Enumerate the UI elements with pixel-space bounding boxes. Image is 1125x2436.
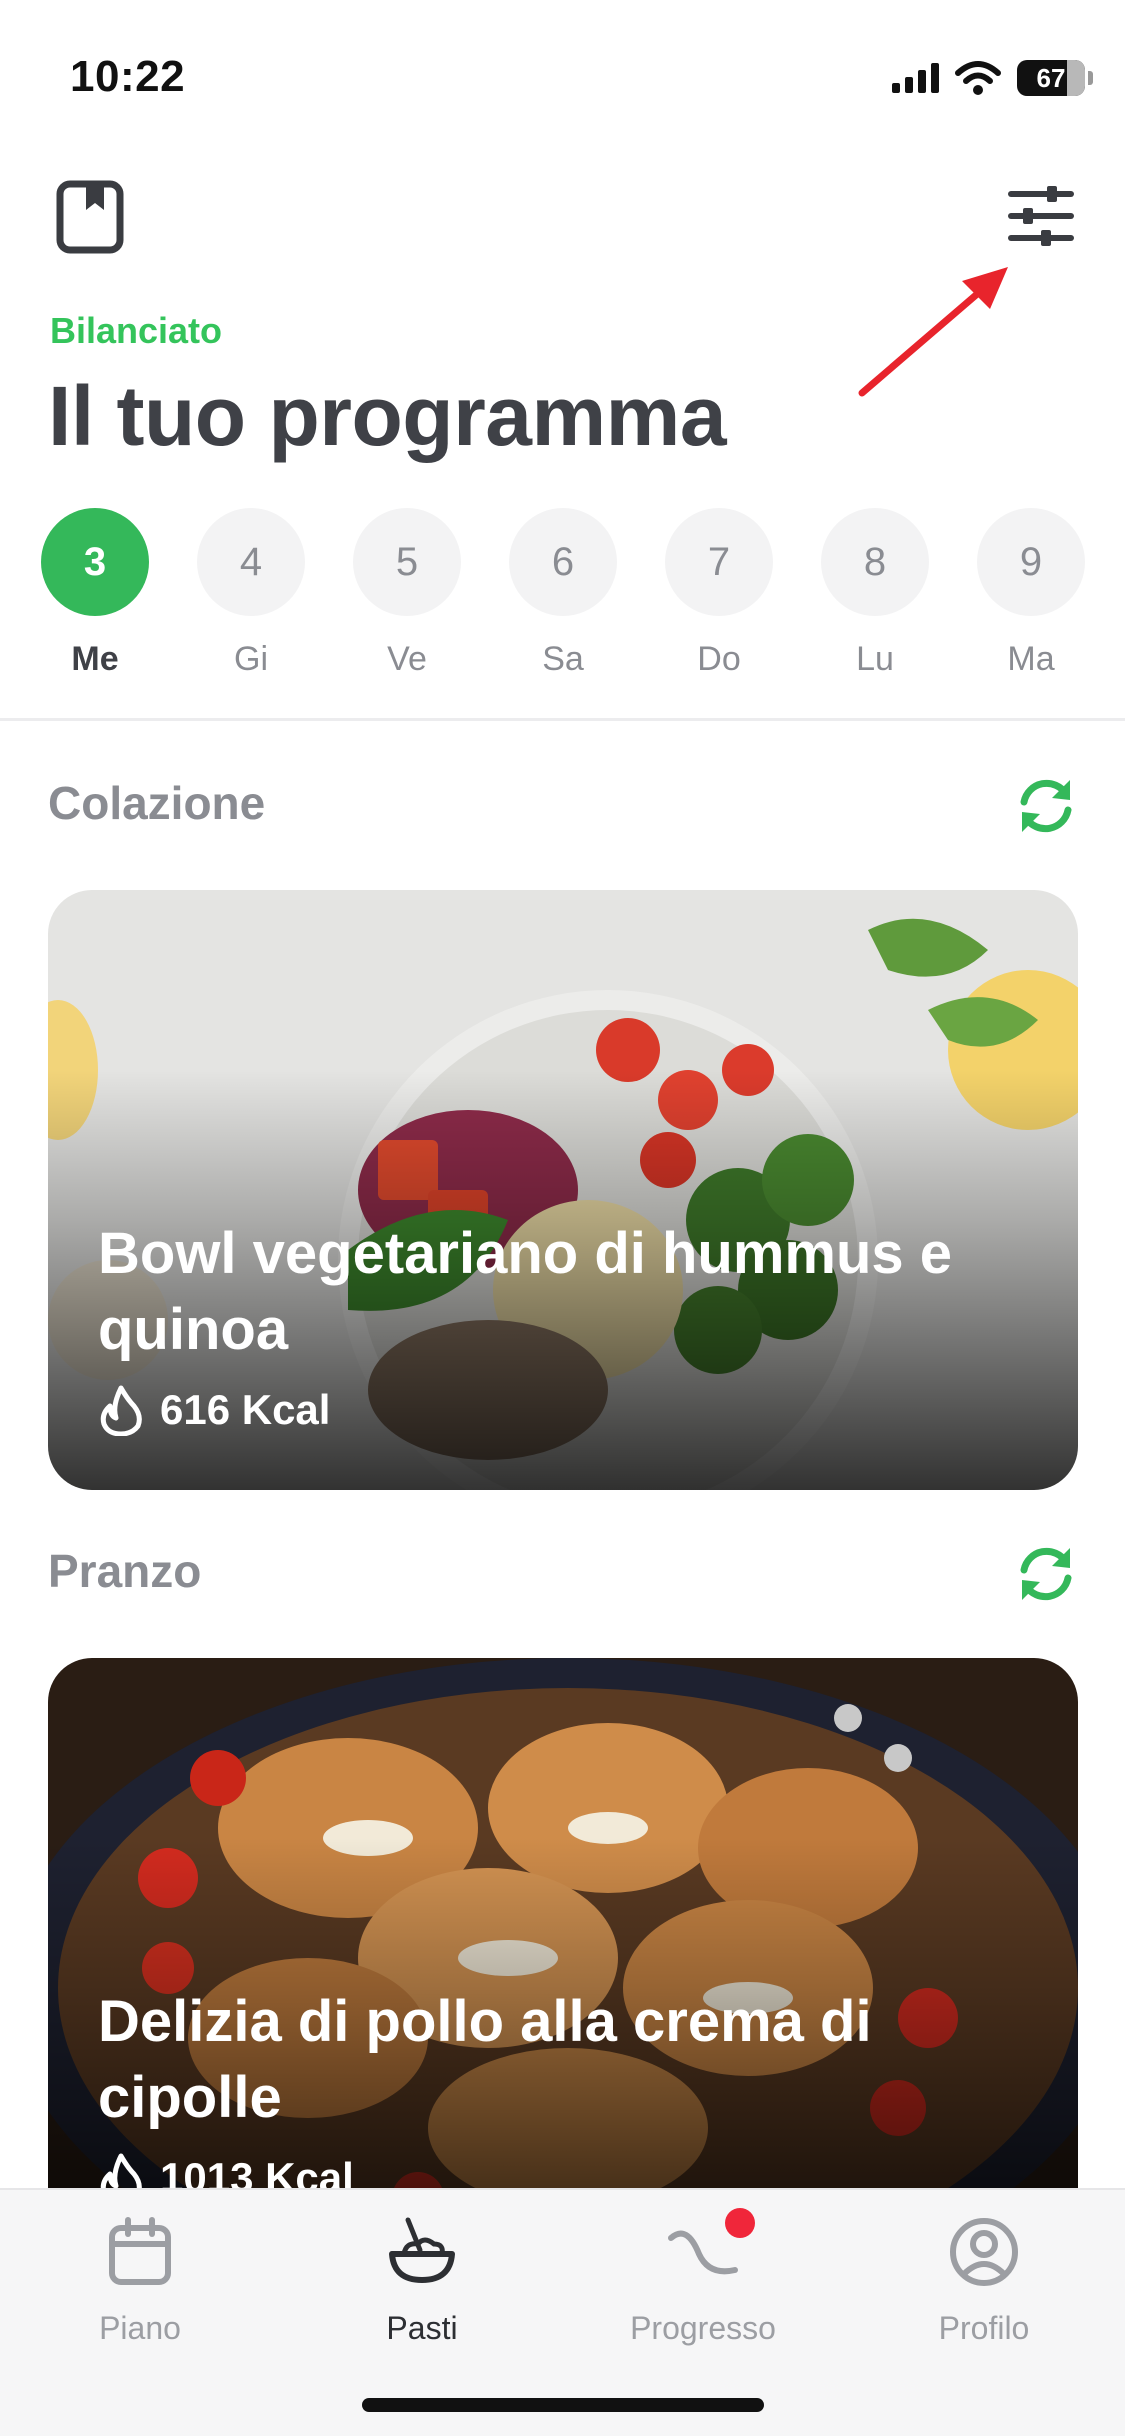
tab-profilo[interactable]: Profilo (884, 2214, 1084, 2347)
bookmark-icon[interactable] (56, 180, 124, 254)
tab-label: Piano (99, 2310, 181, 2346)
tab-label: Pasti (386, 2310, 458, 2346)
day-name: Ve (387, 640, 427, 678)
refresh-icon[interactable] (1010, 1538, 1082, 1610)
status-indicators: 67 (892, 60, 1093, 96)
day-item[interactable]: 9 Ma (976, 508, 1086, 679)
day-name: Ma (1007, 640, 1055, 678)
tab-label: Progresso (630, 2310, 776, 2346)
cellular-signal-icon (892, 63, 939, 93)
day-name: Gi (234, 640, 268, 678)
home-indicator (362, 2398, 764, 2412)
day-name: Do (697, 640, 741, 678)
day-name: Me (71, 640, 119, 678)
day-item[interactable]: 3 Me (40, 508, 150, 679)
diet-type-label: Bilanciato (50, 310, 223, 351)
flame-icon (100, 1385, 142, 1436)
meal-card-lunch[interactable]: Delizia di pollo alla crema di cipolle 1… (48, 1658, 1078, 2258)
day-item[interactable]: 7 Do (664, 508, 774, 679)
tab-piano[interactable]: Piano (40, 2214, 240, 2347)
meal-kcal-value: 616 Kcal (160, 1386, 331, 1433)
day-number: 8 (821, 508, 929, 616)
bowl-icon (389, 2217, 455, 2283)
profile-icon (950, 2218, 1018, 2286)
calendar-icon (109, 2217, 171, 2285)
battery-icon: 67 (1017, 60, 1093, 96)
day-number: 5 (353, 508, 461, 616)
day-name: Lu (856, 640, 894, 678)
filter-settings-icon[interactable] (1005, 180, 1077, 252)
refresh-icon[interactable] (1010, 770, 1082, 842)
status-time: 10:22 (70, 52, 186, 101)
day-item[interactable]: 4 Gi (196, 508, 306, 679)
meal-name: Delizia di pollo alla crema di cipolle (98, 1989, 872, 2130)
day-number: 7 (665, 508, 773, 616)
day-name: Sa (542, 640, 584, 678)
tab-pasti[interactable]: Pasti (322, 2214, 522, 2347)
day-number: 4 (197, 508, 305, 616)
day-number: 6 (509, 508, 617, 616)
annotation-arrow-icon (858, 267, 1008, 397)
section-title-breakfast: Colazione (48, 777, 266, 829)
wifi-icon (955, 61, 1001, 95)
page-title: Il tuo programma (48, 369, 727, 463)
meal-name: Bowl vegetariano di hummus e quinoa (98, 1221, 953, 1362)
meal-card-breakfast[interactable]: Bowl vegetariano di hummus e quinoa 616 … (48, 890, 1078, 1490)
day-picker: 3 Me 4 Gi 5 Ve 6 Sa 7 Do 8 Lu 9 Ma (40, 508, 1100, 688)
day-item[interactable]: 6 Sa (508, 508, 618, 679)
battery-level: 67 (1036, 62, 1066, 93)
tab-progresso[interactable]: Progresso (603, 2208, 803, 2347)
status-bar: 10:22 67 (0, 0, 1125, 150)
meal-calories: 616 Kcal (98, 1384, 330, 1436)
header-divider (0, 718, 1125, 721)
day-item[interactable]: 5 Ve (352, 508, 462, 679)
tab-label: Profilo (938, 2310, 1030, 2346)
notification-dot (725, 2208, 755, 2238)
day-number: 3 (41, 508, 149, 616)
day-item[interactable]: 8 Lu (820, 508, 930, 679)
day-number: 9 (977, 508, 1085, 616)
section-title-lunch: Pranzo (48, 1545, 202, 1597)
